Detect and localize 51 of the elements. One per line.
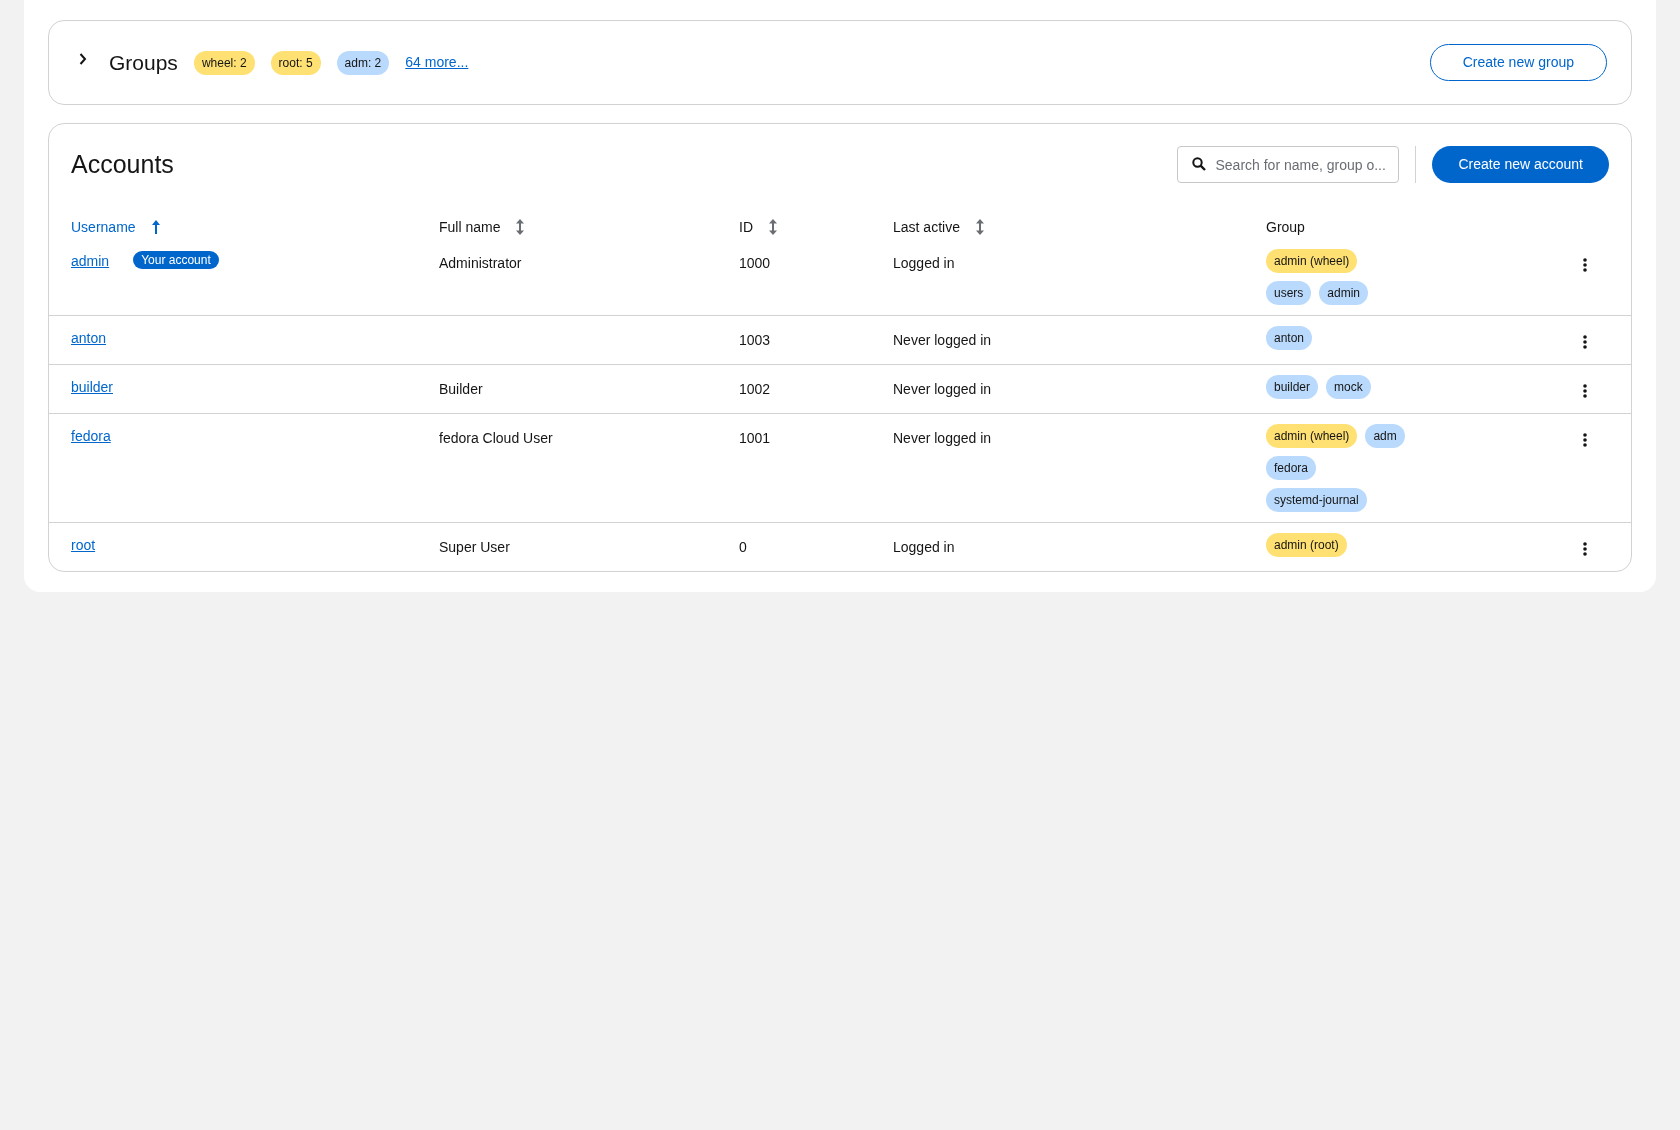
chevron-icon — [79, 52, 87, 65]
column-header[interactable]: Full name — [439, 216, 501, 238]
id-cell: 0 — [739, 539, 747, 555]
full-name-cell: fedora Cloud User — [439, 430, 553, 446]
id-cell: 1001 — [739, 430, 771, 446]
last-active-cell: Logged in — [893, 539, 955, 555]
accounts-title: Accounts — [71, 148, 174, 180]
kebab-icon — [1583, 335, 1587, 349]
column-header[interactable]: Last active — [893, 216, 960, 238]
more-groups-link[interactable]: 64 more... — [405, 52, 469, 73]
last-active-cell: Logged in — [893, 255, 955, 271]
group-label: root: 5 — [270, 50, 321, 75]
search-field[interactable]: Search for name, group o... — [1177, 146, 1400, 183]
group-label: admin — [1319, 281, 1369, 305]
last-active-cell: Never logged in — [893, 332, 992, 348]
username-link[interactable]: builder — [71, 377, 114, 398]
group-label: admin (wheel) — [1266, 249, 1358, 273]
group-label: adm — [1365, 424, 1405, 448]
group-label: mock — [1326, 375, 1371, 399]
kebab-icon — [1583, 258, 1587, 272]
column-header: Group — [1266, 217, 1305, 237]
full-name-cell: Super User — [439, 539, 510, 555]
group-label: systemd-journal — [1266, 488, 1367, 512]
group-label: admin (wheel) — [1266, 424, 1358, 448]
group-label: fedora — [1266, 456, 1317, 480]
column-header[interactable]: ID — [739, 216, 753, 238]
column-header[interactable]: Username — [71, 216, 136, 238]
id-cell: 1002 — [739, 381, 771, 397]
kebab-icon — [1583, 542, 1587, 556]
full-name-cell: Builder — [439, 381, 483, 397]
username-link[interactable]: fedora — [71, 426, 111, 447]
full-name-cell: Administrator — [439, 255, 522, 271]
group-label: builder — [1266, 375, 1319, 399]
group-label: wheel: 2 — [193, 50, 255, 75]
id-cell: 1000 — [739, 255, 771, 271]
username-link[interactable]: root — [71, 535, 96, 556]
group-label: anton — [1266, 326, 1313, 350]
username-link[interactable]: admin — [71, 251, 110, 272]
last-active-cell: Never logged in — [893, 430, 992, 446]
kebab-icon — [1583, 433, 1587, 447]
username-link[interactable]: anton — [71, 328, 107, 349]
groups-title: Groups — [109, 49, 178, 76]
group-label: users — [1266, 281, 1312, 305]
group-label: adm: 2 — [336, 50, 390, 75]
id-cell: 1003 — [739, 332, 771, 348]
create-account-button[interactable]: Create new account — [1432, 146, 1609, 183]
your-account-badge: Your account — [133, 251, 219, 269]
search-icon — [1192, 157, 1207, 171]
group-label: admin (root) — [1266, 533, 1347, 557]
last-active-cell: Never logged in — [893, 381, 992, 397]
kebab-icon — [1583, 384, 1587, 398]
